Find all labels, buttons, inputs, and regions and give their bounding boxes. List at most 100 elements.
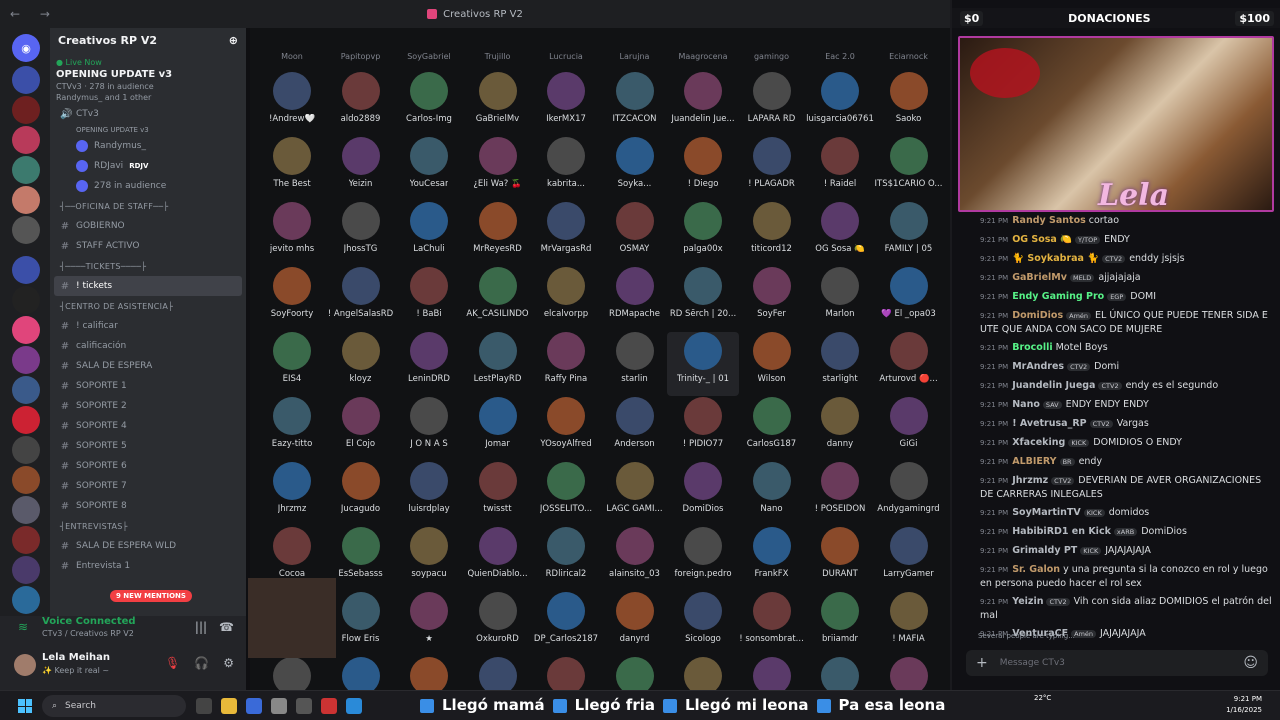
member-tile[interactable]: Wilson [736,332,808,396]
member-tile[interactable]: The Best [256,137,328,201]
member-tile[interactable]: ! AngelSalasRD [325,267,397,331]
message-author[interactable]: Jhrzmz [1012,475,1048,486]
message-author[interactable]: MrAndres [1012,361,1064,372]
member-tile[interactable]: RD Šērch | 20... [667,267,739,331]
taskbar-clock[interactable]: 9:21 PM 1/16/2025 [1226,694,1262,716]
member-tile[interactable]: LaChuli [393,202,465,266]
server-icon-1[interactable] [12,66,40,94]
member-tile[interactable]: Jhrzmz [256,462,328,526]
member-tile[interactable]: IkerMX17 [530,72,602,136]
message-author[interactable]: ! Avetrusa_RP [1012,418,1086,429]
server-icon-12[interactable] [12,466,40,494]
member-tile[interactable] [325,657,397,690]
member-tile[interactable]: alainsito_03 [599,527,671,591]
channel-item[interactable]: # ! tickets [54,276,242,296]
member-tile[interactable]: Nano [736,462,808,526]
member-tile[interactable]: CarlosG187 [736,397,808,461]
member-tile[interactable]: jevito mhs [256,202,328,266]
member-tile[interactable]: ★ [393,592,465,656]
member-tile[interactable]: !Andrew🤍 [256,72,328,136]
member-tile[interactable]: Yeizin [325,137,397,201]
member-tile[interactable] [667,657,739,690]
voice-channel-item[interactable]: Randymus_ [50,136,246,156]
member-tile[interactable]: YOsoyAlfred [530,397,602,461]
member-tile[interactable]: LarryGamer [873,527,945,591]
member-tile[interactable] [736,657,808,690]
channel-item[interactable]: # SOPORTE 4 [50,416,246,436]
category-header[interactable]: ┤──OFICINA DE STAFF──├ [50,196,246,216]
member-tile[interactable]: ! Diego [667,137,739,201]
member-tile[interactable]: JOSSELITO... [530,462,602,526]
member-tile[interactable]: titicord12 [736,202,808,266]
disconnect-icon[interactable]: ☎ [219,620,234,634]
member-tile[interactable]: starlin [599,332,671,396]
app-icon-4[interactable] [321,698,337,714]
member-tile[interactable]: ! POSEIDON [804,462,876,526]
member-tile[interactable] [393,657,465,690]
channel-item[interactable]: # SOPORTE 8 [50,496,246,516]
member-tile[interactable]: AK_CASILINDO [462,267,534,331]
mic-muted-icon[interactable]: 🎙 [165,656,180,670]
member-tile[interactable]: OSMAY [599,202,671,266]
member-tile[interactable]: GaBrielMv [462,72,534,136]
channel-item[interactable]: # GOBIERNO [50,216,246,236]
channel-item[interactable]: # SOPORTE 5 [50,436,246,456]
member-tile[interactable]: LAGC GAMI... [599,462,671,526]
category-header[interactable]: ┤ENTREVISTAS├ [50,516,246,536]
server-icon-11[interactable] [12,436,40,464]
avatar[interactable] [14,654,36,676]
member-tile[interactable]: Sicologo [667,592,739,656]
member-tile[interactable]: Trinity-_ | 01 [667,332,739,396]
user-name[interactable]: Lela Meihan [42,652,110,663]
member-tile[interactable]: QuienDiablo... [462,527,534,591]
member-tile[interactable]: ! Raidel [804,137,876,201]
member-tile[interactable]: LestPlayRD [462,332,534,396]
message-author[interactable]: Yeizin [1012,596,1043,607]
member-tile[interactable]: ITZCACON [599,72,671,136]
server-icon-3[interactable] [12,126,40,154]
member-tile[interactable]: OG Sosa 🍋 [804,202,876,266]
member-tile[interactable]: DP_Carlos2187 [530,592,602,656]
server-icon-16[interactable] [12,586,40,614]
member-tile[interactable]: MrVargasRd [530,202,602,266]
message-author[interactable]: Xfaceking [1012,437,1065,448]
message-author[interactable]: Sr. Galon [1012,564,1060,575]
emoji-icon[interactable]: ☺ [1243,655,1258,671]
member-tile[interactable] [462,657,534,690]
taskbar-search[interactable]: ⌕ Search [42,695,186,717]
member-tile[interactable]: Marlon [804,267,876,331]
member-tile[interactable]: kabrita... [530,137,602,201]
channel-item[interactable]: # SOPORTE 7 [50,476,246,496]
member-tile[interactable]: ITS$1CARIO O... [873,137,945,201]
noise-suppression-icon[interactable]: ||| [195,620,207,634]
member-tile[interactable]: ¿Eli Wa? 🍒 [462,137,534,201]
member-tile[interactable]: palga00x [667,202,739,266]
server-icon-6[interactable] [12,216,40,244]
add-member-icon[interactable]: ⊕ [229,34,238,47]
message-author[interactable]: Brocolli [1012,342,1052,353]
category-header[interactable]: ┤CENTRO DE ASISTENCIA├ [50,296,246,316]
member-tile[interactable]: soypacu [393,527,465,591]
member-tile[interactable]: Eazy-titto [256,397,328,461]
voice-channel-item[interactable]: 278 in audience [50,176,246,196]
channel-item[interactable]: # calificación [50,336,246,356]
message-author[interactable]: Endy Gaming Pro [1012,291,1104,302]
member-tile[interactable]: GiGi [873,397,945,461]
member-tile[interactable]: FrankFX [736,527,808,591]
channel-item[interactable]: # Entrevista 1 [50,556,246,576]
server-icon-14[interactable] [12,526,40,554]
gear-icon[interactable]: ⚙ [223,656,234,670]
member-tile[interactable]: danny [804,397,876,461]
member-tile[interactable]: ! MAFIA [873,592,945,656]
member-tile[interactable]: Anderson [599,397,671,461]
message-author[interactable]: Randy Santos [1012,215,1086,226]
headphones-icon[interactable]: 🎧 [194,656,209,670]
voice-status[interactable]: Voice Connected [42,616,136,627]
plus-icon[interactable]: + [976,655,988,671]
member-tile[interactable]: MrReyesRD [462,202,534,266]
task-view-icon[interactable] [196,698,212,714]
member-tile[interactable]: Andygamingrd [873,462,945,526]
server-icon-8[interactable] [12,346,40,374]
member-tile[interactable]: aldo2889 [325,72,397,136]
message-author[interactable]: GaBrielMv [1012,272,1067,283]
